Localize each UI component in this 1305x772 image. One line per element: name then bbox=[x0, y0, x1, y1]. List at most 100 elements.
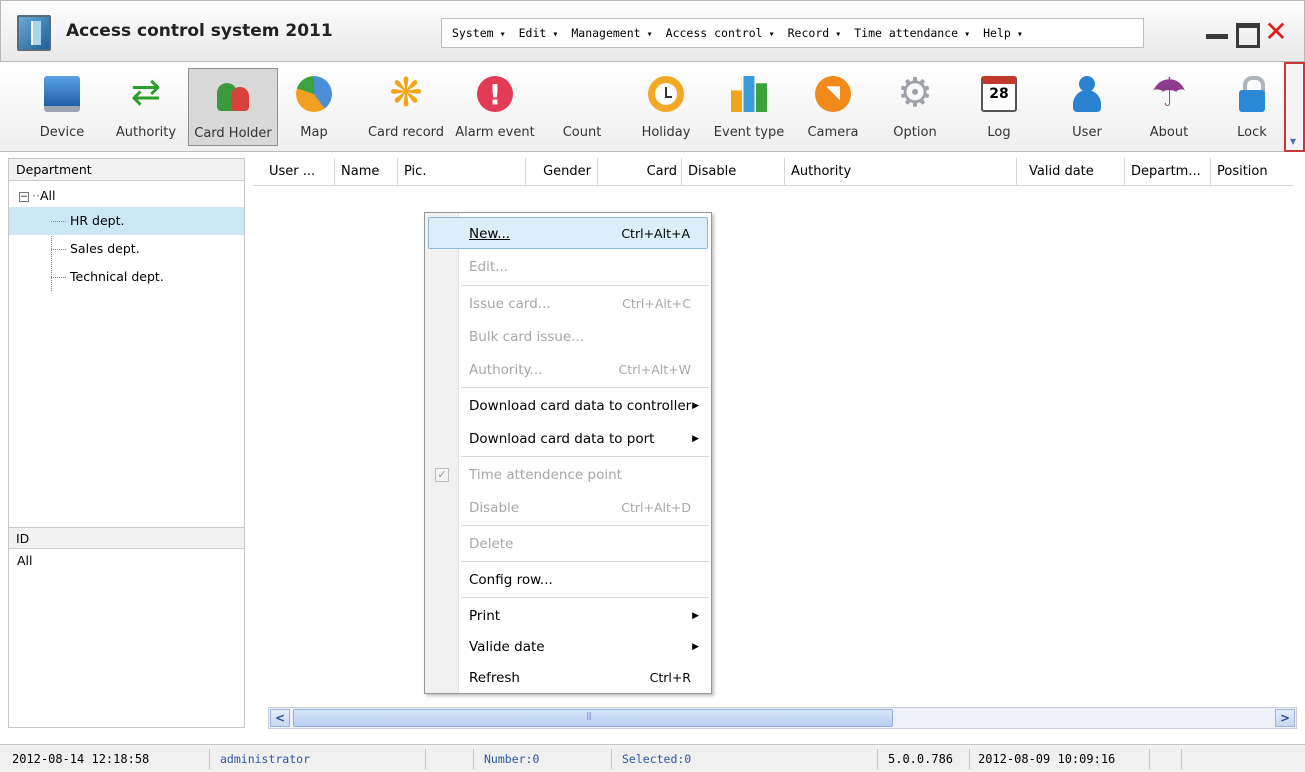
submenu-arrow-icon: ▶ bbox=[692, 611, 699, 621]
new-label: New... bbox=[469, 226, 511, 242]
option-button[interactable]: Option bbox=[882, 68, 948, 146]
menu-item-config-row[interactable]: Config row... bbox=[425, 564, 711, 596]
status-version: 5.0.0.786 bbox=[880, 749, 970, 769]
lock-button[interactable]: Lock bbox=[1222, 68, 1282, 146]
menu-item-issue-card[interactable]: Issue card... Ctrl+Alt+C bbox=[425, 288, 711, 320]
menu-item-download-port[interactable]: Download card data to port ▶ bbox=[425, 423, 711, 455]
event-type-button[interactable]: Event type bbox=[707, 68, 791, 146]
menu-item-time-point[interactable]: ✓ Time attendence point bbox=[425, 459, 711, 491]
card-holder-label: Card Holder bbox=[194, 126, 272, 141]
menu-item-new[interactable]: New... Ctrl+Alt+A bbox=[428, 217, 708, 249]
lock-icon bbox=[1234, 76, 1270, 112]
device-icon bbox=[44, 76, 80, 112]
col-card[interactable]: Card bbox=[598, 158, 682, 186]
close-icon[interactable]: ✕ bbox=[1263, 18, 1289, 46]
tree-root-label: All bbox=[39, 188, 56, 203]
submenu-arrow-icon: ▶ bbox=[692, 642, 699, 652]
menu-item-refresh[interactable]: Refresh Ctrl+R bbox=[425, 662, 711, 694]
issue-card-shortcut: Ctrl+Alt+C bbox=[622, 296, 691, 311]
device-label: Device bbox=[39, 125, 85, 140]
department-tree: − ··All HR dept. Sales dept. Technical de… bbox=[9, 185, 244, 291]
download-port-label: Download card data to port bbox=[469, 431, 655, 447]
id-item-all[interactable]: All bbox=[17, 553, 33, 568]
col-valid-date[interactable]: Valid date bbox=[1017, 158, 1125, 186]
log-button[interactable]: Log bbox=[966, 68, 1032, 146]
menu-item-download-controller[interactable]: Download card data to controller ▶ bbox=[425, 390, 711, 422]
camera-label: Camera bbox=[807, 125, 859, 140]
status-number: Number:0 bbox=[476, 749, 612, 769]
submenu-arrow-icon: ▶ bbox=[692, 434, 699, 444]
collapse-icon[interactable]: − bbox=[19, 191, 29, 202]
menu-item-delete[interactable]: Delete bbox=[425, 528, 711, 560]
menu-access-control[interactable]: Access control bbox=[666, 26, 775, 40]
tree-root-all[interactable]: − ··All bbox=[9, 185, 244, 207]
menu-item-authority[interactable]: Authority... Ctrl+Alt+W bbox=[425, 354, 711, 386]
title-bar: Access control system 2011 System Edit M… bbox=[0, 0, 1305, 62]
tree-item-sales[interactable]: Sales dept. bbox=[9, 235, 244, 263]
id-header: ID bbox=[9, 527, 244, 549]
refresh-shortcut: Ctrl+R bbox=[649, 670, 691, 685]
menu-item-valide-date[interactable]: Valide date ▶ bbox=[425, 631, 711, 663]
about-button[interactable]: About bbox=[1134, 68, 1204, 146]
menu-separator bbox=[461, 525, 709, 526]
grid-header: User ... Name Pic. Gender Card Disable A… bbox=[253, 158, 1293, 186]
menu-system[interactable]: System bbox=[452, 26, 506, 40]
submenu-arrow-icon: ▶ bbox=[692, 401, 699, 411]
status-empty bbox=[1152, 749, 1182, 769]
scroll-left-icon[interactable]: < bbox=[270, 709, 290, 727]
count-button[interactable]: Count bbox=[550, 68, 614, 146]
col-gender[interactable]: Gender bbox=[526, 158, 598, 186]
minimize-icon[interactable] bbox=[1204, 19, 1230, 45]
disable-label: Disable bbox=[469, 500, 520, 516]
card-record-button[interactable]: Card record bbox=[362, 68, 450, 146]
col-user[interactable]: User ... bbox=[263, 158, 335, 186]
alarm-event-button[interactable]: Alarm event bbox=[452, 68, 538, 146]
camera-button[interactable]: Camera bbox=[800, 68, 866, 146]
refresh-label: Refresh bbox=[469, 670, 520, 686]
gear-icon bbox=[897, 70, 933, 116]
map-button[interactable]: Map bbox=[286, 68, 342, 146]
about-label: About bbox=[1149, 125, 1189, 140]
menu-time-attendance[interactable]: Time attendance bbox=[854, 26, 970, 40]
valide-date-label: Valide date bbox=[469, 639, 545, 655]
card-holder-button[interactable]: Card Holder bbox=[188, 68, 278, 146]
menu-help[interactable]: Help bbox=[983, 26, 1023, 40]
col-pic[interactable]: Pic. bbox=[398, 158, 526, 186]
col-department[interactable]: Departm... bbox=[1125, 158, 1211, 186]
tree-item-hr[interactable]: HR dept. bbox=[9, 207, 244, 235]
app-door-icon bbox=[17, 15, 51, 51]
menu-edit[interactable]: Edit bbox=[519, 26, 559, 40]
toolbar-overflow-button[interactable] bbox=[1284, 62, 1305, 152]
status-selected: Selected:0 bbox=[614, 749, 878, 769]
menu-item-edit[interactable]: Edit... bbox=[425, 251, 711, 283]
status-user: administrator bbox=[212, 749, 426, 769]
col-authority[interactable]: Authority bbox=[785, 158, 1017, 186]
authority-button[interactable]: Authority bbox=[108, 68, 184, 146]
department-header: Department bbox=[9, 159, 244, 181]
holiday-button[interactable]: Holiday bbox=[632, 68, 700, 146]
menu-item-print[interactable]: Print ▶ bbox=[425, 600, 711, 632]
authority-icon bbox=[128, 72, 164, 113]
delete-label: Delete bbox=[469, 536, 514, 552]
col-position[interactable]: Position bbox=[1211, 158, 1289, 186]
maximize-icon[interactable] bbox=[1233, 19, 1260, 48]
menu-item-disable[interactable]: Disable Ctrl+Alt+D bbox=[425, 492, 711, 524]
bulk-card-issue-label: Bulk card issue... bbox=[469, 329, 585, 345]
menu-item-bulk-card-issue[interactable]: Bulk card issue... bbox=[425, 321, 711, 353]
scroll-thumb[interactable] bbox=[293, 709, 893, 727]
menu-management[interactable]: Management bbox=[571, 26, 652, 40]
clock-icon bbox=[648, 76, 684, 112]
horizontal-scrollbar[interactable]: < > bbox=[268, 707, 1297, 729]
tree-item-technical[interactable]: Technical dept. bbox=[9, 263, 244, 291]
device-button[interactable]: Device bbox=[26, 68, 98, 146]
window-title: Access control system 2011 bbox=[66, 21, 333, 41]
menu-record[interactable]: Record bbox=[788, 26, 842, 40]
col-name[interactable]: Name bbox=[335, 158, 398, 186]
user-button[interactable]: User bbox=[1052, 68, 1122, 146]
card-holder-grid: User ... Name Pic. Gender Card Disable A… bbox=[253, 158, 1297, 730]
col-disable[interactable]: Disable bbox=[682, 158, 785, 186]
bar-chart-icon bbox=[731, 76, 767, 112]
config-row-label: Config row... bbox=[469, 572, 553, 588]
edit-label: Edit... bbox=[469, 259, 509, 275]
scroll-right-icon[interactable]: > bbox=[1275, 709, 1295, 727]
